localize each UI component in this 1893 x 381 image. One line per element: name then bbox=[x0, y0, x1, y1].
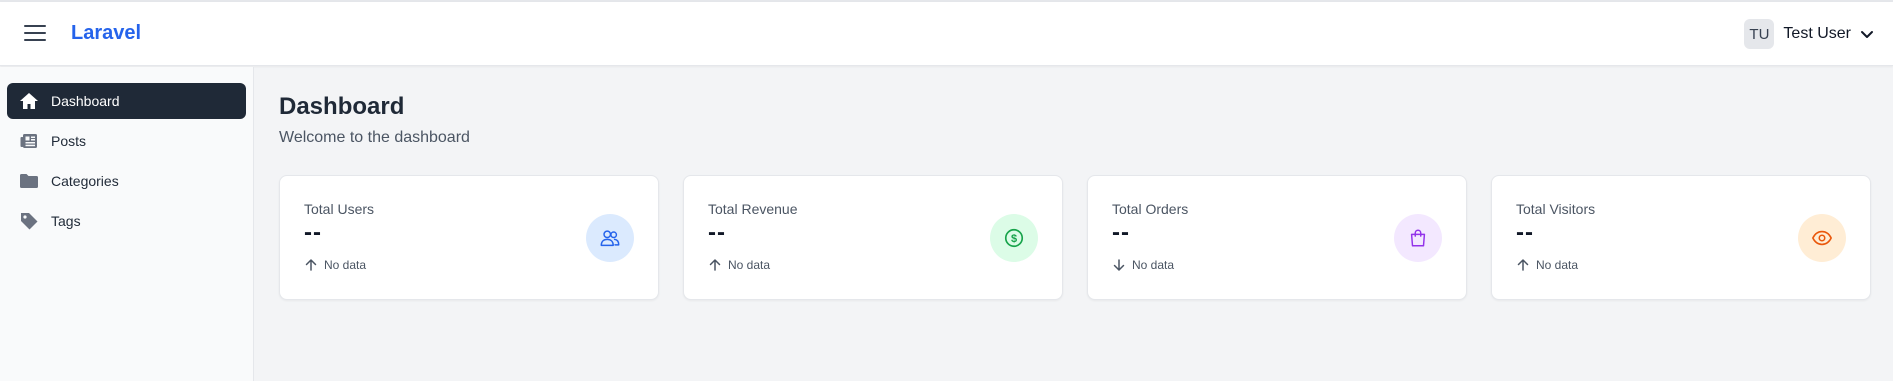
svg-text:$: $ bbox=[1011, 233, 1017, 245]
stat-card-orders: Total Orders -- No data bbox=[1087, 175, 1467, 300]
card-value: -- bbox=[304, 219, 322, 246]
arrow-up-icon bbox=[1517, 259, 1529, 271]
folder-icon bbox=[19, 171, 39, 191]
card-trend-text: No data bbox=[728, 258, 771, 272]
stat-card-visitors: Total Visitors -- No data bbox=[1491, 175, 1871, 300]
main-content: Dashboard Welcome to the dashboard Total… bbox=[255, 67, 1893, 381]
page-title: Dashboard bbox=[279, 93, 405, 120]
menu-toggle-icon[interactable] bbox=[24, 25, 46, 43]
top-navbar: Laravel TU Test User bbox=[0, 2, 1893, 66]
card-title: Total Visitors bbox=[1516, 201, 1596, 217]
card-trend: No data bbox=[1112, 258, 1174, 272]
arrow-up-icon bbox=[305, 259, 317, 271]
sidebar-item-label: Categories bbox=[51, 173, 119, 189]
card-value: -- bbox=[708, 219, 726, 246]
sidebar-item-categories[interactable]: Categories bbox=[7, 163, 246, 199]
sidebar-item-tags[interactable]: Tags bbox=[7, 203, 246, 239]
sidebar-item-label: Posts bbox=[51, 133, 87, 149]
page-subtitle: Welcome to the dashboard bbox=[279, 129, 470, 146]
newspaper-icon bbox=[19, 131, 39, 151]
card-title: Total Users bbox=[304, 201, 375, 217]
sidebar-item-dashboard[interactable]: Dashboard bbox=[7, 83, 246, 119]
home-icon bbox=[19, 91, 39, 111]
eye-icon bbox=[1798, 214, 1846, 262]
sidebar-item-label: Dashboard bbox=[51, 93, 120, 109]
card-value: -- bbox=[1112, 219, 1130, 246]
users-icon bbox=[586, 214, 634, 262]
card-trend: No data bbox=[304, 258, 366, 272]
card-trend: No data bbox=[1516, 258, 1578, 272]
avatar: TU bbox=[1744, 19, 1775, 49]
card-trend-text: No data bbox=[324, 258, 367, 272]
card-value: -- bbox=[1516, 219, 1534, 246]
user-name: Test User bbox=[1783, 25, 1851, 42]
arrow-up-icon bbox=[709, 259, 721, 271]
sidebar: Dashboard Posts Categories Tags bbox=[0, 67, 254, 381]
sidebar-item-label: Tags bbox=[51, 213, 81, 229]
brand-logo[interactable]: Laravel bbox=[71, 22, 141, 45]
chevron-down-icon bbox=[1861, 31, 1873, 38]
stat-card-users: Total Users -- No data bbox=[279, 175, 659, 300]
card-trend-text: No data bbox=[1132, 258, 1175, 272]
shopping-bag-icon bbox=[1394, 214, 1442, 262]
stat-card-revenue: Total Revenue -- No data $ bbox=[683, 175, 1063, 300]
sidebar-item-posts[interactable]: Posts bbox=[7, 123, 246, 159]
card-trend-text: No data bbox=[1536, 258, 1579, 272]
card-title: Total Revenue bbox=[708, 201, 798, 217]
tag-icon bbox=[19, 211, 39, 231]
card-title: Total Orders bbox=[1112, 201, 1189, 217]
card-trend: No data bbox=[708, 258, 770, 272]
arrow-down-icon bbox=[1113, 259, 1125, 271]
user-menu[interactable]: TU Test User bbox=[1744, 18, 1875, 50]
dollar-circle-icon: $ bbox=[990, 214, 1038, 262]
